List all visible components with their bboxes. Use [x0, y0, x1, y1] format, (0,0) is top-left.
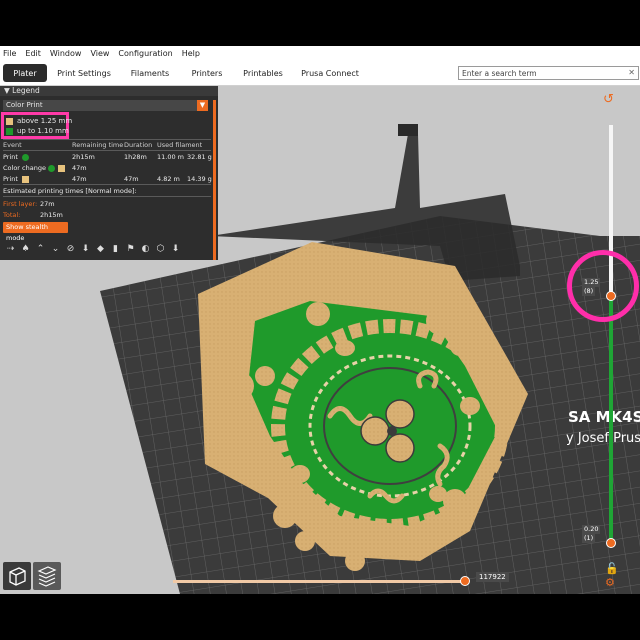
collapse-icon[interactable]: ▼: [4, 86, 10, 95]
slider-highlight-circle: [567, 250, 639, 322]
tab-printables[interactable]: Printables: [240, 64, 286, 82]
layer-slider-lower-handle[interactable]: [606, 538, 616, 548]
clear-search-icon[interactable]: ✕: [628, 68, 635, 77]
first-layer-label: First layer:: [3, 200, 38, 208]
print2-color-swatch: [22, 176, 29, 183]
row-print-duration: 1h28m: [124, 153, 147, 161]
row-print-length: 11.00 m: [157, 153, 185, 161]
lower-layer-height: 0.20: [582, 525, 601, 534]
travel-icon[interactable]: ⇢: [3, 242, 18, 256]
bed-brand-text: SA MK4S: [568, 408, 640, 426]
custom-gcode-icon[interactable]: ⚑: [123, 242, 138, 256]
estimate-label: Estimated printing times [Normal mode]:: [3, 187, 137, 195]
menu-edit[interactable]: Edit: [25, 49, 41, 58]
header-event: Event: [3, 141, 22, 149]
first-layer-value: 27m: [40, 200, 55, 208]
tan-swatch: [6, 117, 13, 125]
wipe-icon[interactable]: ♠: [18, 242, 33, 256]
change-from-swatch: [48, 165, 55, 172]
row-print2-weight: 14.39 g: [187, 175, 212, 183]
row-print-event: Print: [3, 153, 18, 161]
layers-icon: [37, 566, 57, 587]
header-remaining: Remaining time: [72, 141, 124, 149]
total-label: Total:: [3, 211, 21, 219]
header-used-filament: Used filament: [157, 141, 203, 149]
bottom-letterbox: [0, 594, 640, 640]
row-print2-length: 4.82 m: [157, 175, 180, 183]
tab-prusa-connect[interactable]: Prusa Connect: [300, 64, 360, 82]
seams-icon[interactable]: ⊘: [63, 242, 78, 256]
legend-header[interactable]: ▼ Legend: [0, 86, 218, 96]
move-slider-handle[interactable]: [460, 576, 470, 586]
divider: [3, 196, 211, 197]
row-print2-event: Print: [3, 175, 18, 183]
row-colorchange-remaining: 47m: [72, 164, 87, 172]
row-print2-remaining: 47m: [72, 175, 87, 183]
row-colorchange-event: Color change: [3, 164, 46, 172]
move-slider-value: 117922: [476, 572, 509, 582]
show-stealth-mode-button[interactable]: Show stealth mode: [3, 222, 68, 242]
green-swatch: [6, 127, 13, 135]
deretractions-icon[interactable]: ⌄: [48, 242, 63, 256]
color-changes-icon[interactable]: ◆: [93, 242, 108, 256]
tab-bar: Plater Print Settings Filaments Printers…: [0, 61, 640, 86]
divider: [3, 184, 211, 185]
cube-icon: [9, 567, 26, 586]
preview-button[interactable]: [33, 562, 61, 590]
search-placeholder: Enter a search term: [462, 68, 537, 78]
range-above-label: above 1.25 mm: [17, 117, 73, 125]
print-color-swatch: [22, 154, 29, 161]
row-print-remaining: 2h15m: [72, 153, 95, 161]
tab-printers[interactable]: Printers: [185, 64, 229, 82]
range-row-upto: up to 1.10 mm: [6, 127, 69, 135]
tool-marker-icon[interactable]: ⬇: [168, 242, 183, 256]
menu-configuration[interactable]: Configuration: [118, 49, 172, 58]
row-print2-duration: 47m: [124, 175, 139, 183]
range-row-above: above 1.25 mm: [6, 117, 72, 125]
tab-filaments[interactable]: Filaments: [124, 64, 176, 82]
bed-byline-text: y Josef Prus: [566, 431, 640, 446]
menu-help[interactable]: Help: [182, 49, 200, 58]
legend-title: Legend: [12, 86, 40, 95]
search-input[interactable]: Enter a search term ✕: [458, 66, 639, 80]
legend-mode-value: Color Print: [6, 101, 43, 109]
divider: [3, 139, 211, 140]
menu-view[interactable]: View: [90, 49, 109, 58]
row-print-weight: 32.81 g: [187, 153, 212, 161]
3d-view-button[interactable]: [3, 562, 31, 590]
change-to-swatch: [58, 165, 65, 172]
legend-scrollbar[interactable]: [213, 100, 216, 260]
divider: [3, 150, 211, 151]
bed-mount: [398, 124, 418, 136]
tool-changes-icon[interactable]: ⬇: [78, 242, 93, 256]
header-duration: Duration: [124, 141, 153, 149]
layer-slider-range: [609, 297, 613, 542]
view-options-toolbar: ⇢ ♠ ⌃ ⌄ ⊘ ⬇ ◆ ▮ ⚑ ◐ ⬡ ⬇: [3, 242, 183, 256]
legend-mode-select[interactable]: Color Print ▼: [3, 100, 208, 111]
menu-file[interactable]: File: [3, 49, 16, 58]
menu-bar: File Edit Window View Configuration Help: [0, 46, 640, 61]
dropdown-arrow-icon[interactable]: ▼: [197, 100, 208, 111]
lock-icon[interactable]: 🔓: [605, 562, 619, 575]
move-slider-track[interactable]: [173, 580, 466, 583]
total-value: 2h15m: [40, 211, 63, 219]
menu-window[interactable]: Window: [50, 49, 82, 58]
range-upto-label: up to 1.10 mm: [17, 127, 69, 135]
lower-layer-number: (1): [582, 534, 596, 543]
tab-print-settings[interactable]: Print Settings: [56, 64, 112, 82]
undo-icon[interactable]: ↺: [603, 92, 614, 107]
shells-icon[interactable]: ⬡: [153, 242, 168, 256]
center-of-gravity-icon[interactable]: ◐: [138, 242, 153, 256]
tab-plater[interactable]: Plater: [3, 64, 47, 82]
top-letterbox: [0, 0, 640, 46]
legend-panel: ▼ Legend Color Print ▼ above 1.25 mm up …: [0, 86, 218, 260]
pause-prints-icon[interactable]: ▮: [108, 242, 123, 256]
settings-cog-icon[interactable]: ⚙: [605, 576, 615, 589]
retractions-icon[interactable]: ⌃: [33, 242, 48, 256]
